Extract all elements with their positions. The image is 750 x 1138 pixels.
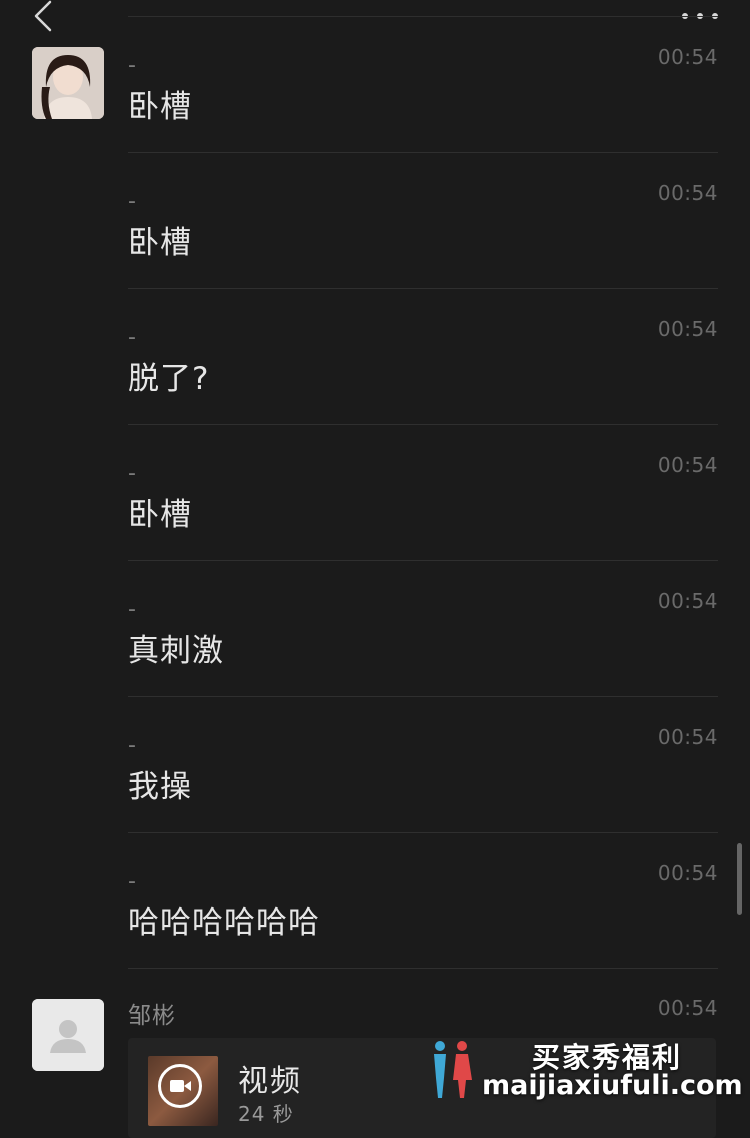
default-avatar-icon: [32, 999, 104, 1071]
message-time: 00:54: [657, 453, 718, 477]
watermark: 买家秀福利 maijiaxiufuli.com: [426, 1036, 746, 1106]
message-time: 00:54: [657, 45, 718, 69]
message-sender: -: [128, 189, 136, 214]
watermark-figures-icon: [434, 1041, 472, 1098]
scrollbar[interactable]: [737, 843, 742, 915]
message-item: - 00:54 卧槽: [128, 425, 718, 561]
message-sender: 邹彬: [128, 1003, 176, 1029]
message-item: - 00:54 真刺激: [128, 561, 718, 697]
message-text: 脱了?: [128, 361, 210, 397]
message-sender: -: [128, 461, 136, 486]
message-sender: -: [128, 869, 136, 894]
watermark-url: maijiaxiufuli.com: [482, 1070, 743, 1101]
video-title: 视频: [238, 1064, 302, 1099]
chevron-left-icon[interactable]: [28, 0, 64, 36]
avatar-photo: [32, 47, 104, 119]
message-item: - 00:54 卧槽: [128, 17, 718, 153]
message-time: 00:54: [657, 725, 718, 749]
message-text-content: 我操: [128, 769, 192, 805]
message-text: 卧槽: [128, 497, 192, 533]
message-item: - 00:54 我操: [128, 697, 718, 833]
message-text: 哈哈哈哈哈哈: [128, 905, 320, 941]
message-text: 卧槽: [128, 225, 192, 261]
message-text: 卧槽: [128, 89, 192, 125]
message-text: 真刺激: [128, 633, 224, 669]
message-item: - 00:54 脱了?: [128, 289, 718, 425]
avatar[interactable]: [32, 47, 104, 119]
message-time: 00:54: [657, 861, 718, 885]
message-sender: -: [128, 325, 136, 350]
message-time: 00:54: [657, 996, 718, 1020]
message-time: 00:54: [657, 589, 718, 613]
message-item: - 00:54 哈哈哈哈哈哈: [128, 833, 718, 969]
message-sender: -: [128, 597, 136, 622]
message-text: 我操: [128, 767, 192, 807]
avatar[interactable]: [32, 999, 104, 1071]
video-duration: 24 秒: [238, 1102, 294, 1126]
message-item: - 00:54 卧槽: [128, 153, 718, 289]
message-sender: -: [128, 53, 136, 78]
message-sender: -: [128, 733, 136, 758]
message-time: 00:54: [657, 317, 718, 341]
video-camera-icon: [158, 1064, 202, 1108]
message-time: 00:54: [657, 181, 718, 205]
